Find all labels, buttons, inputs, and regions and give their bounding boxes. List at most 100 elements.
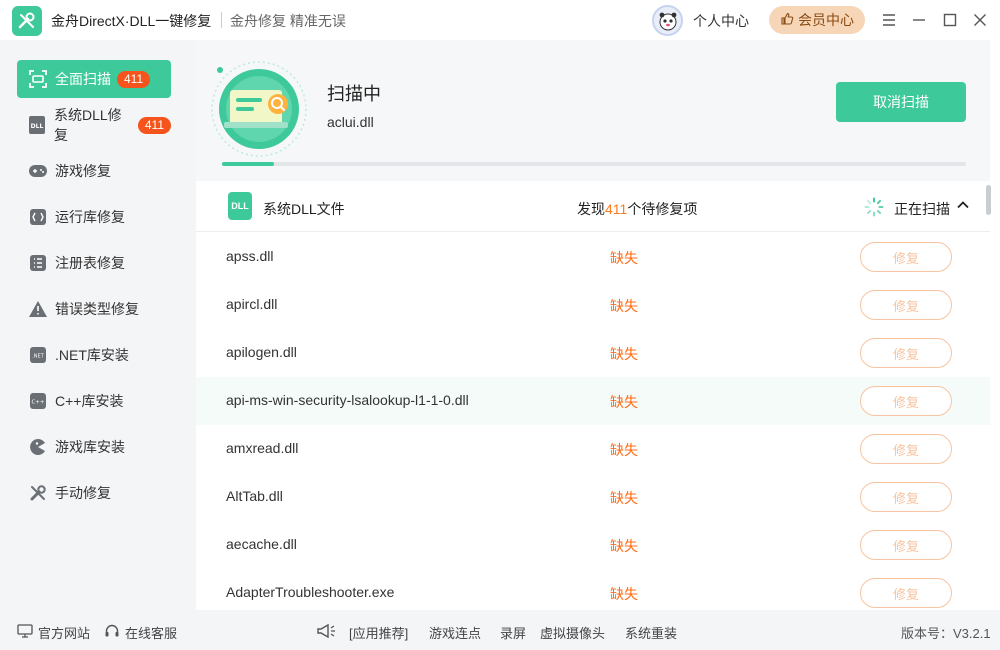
- footer-link-label: 录屏: [500, 623, 526, 642]
- found-prefix: 发现: [577, 201, 605, 217]
- current-scan-file: aclui.dll: [327, 114, 374, 130]
- version-label: 版本号：V3.2.1: [901, 623, 991, 642]
- sidebar-item-cpp-install[interactable]: C++ C++库安装: [17, 382, 171, 420]
- menu-icon[interactable]: [878, 9, 900, 31]
- vip-center-button[interactable]: 会员中心: [769, 6, 865, 34]
- cancel-scan-button[interactable]: 取消扫描: [836, 82, 966, 122]
- megaphone-icon: [316, 623, 336, 642]
- file-name: apircl.dll: [226, 296, 277, 312]
- list-item: AdapterTroubleshooter.exe 缺失 修复: [196, 569, 990, 610]
- loading-spinner-icon: [864, 197, 884, 217]
- sidebar-item-label: .NET库安装: [55, 345, 129, 365]
- title-bar: 金舟DirectX·DLL一键修复 金舟修复 精准无误 个人中心 会员中心: [0, 0, 1000, 40]
- list-header: DLL 系统DLL文件 发现411个待修复项 正在扫描: [196, 182, 990, 232]
- sidebar-item-runtime-repair[interactable]: 运行库修复: [17, 198, 171, 236]
- registry-icon: [27, 252, 49, 274]
- sidebar-item-manual-repair[interactable]: 手动修复: [17, 474, 171, 512]
- repair-button[interactable]: 修复: [860, 578, 952, 608]
- footer: 官方网站 在线客服 [应用推荐] 游戏连点 录屏 虚拟摄像头 系统重装 版本号：…: [0, 610, 1000, 650]
- repair-button[interactable]: 修复: [860, 242, 952, 272]
- scan-status-text: 扫描中: [327, 80, 381, 106]
- sidebar-item-game-repair[interactable]: 游戏修复: [17, 152, 171, 190]
- sidebar-item-dotnet-install[interactable]: .NET .NET库安装: [17, 336, 171, 374]
- sidebar-item-full-scan[interactable]: 全面扫描 411: [17, 60, 171, 98]
- vip-center-label: 会员中心: [798, 10, 854, 30]
- sidebar-item-error-type-repair[interactable]: 错误类型修复: [17, 290, 171, 328]
- scan-icon: [27, 68, 49, 90]
- tools-icon: [27, 482, 49, 504]
- file-name: api-ms-win-security-lsalookup-l1-1-0.dll: [226, 392, 469, 408]
- minimize-icon[interactable]: [908, 9, 930, 31]
- footer-link-virtual-camera[interactable]: 虚拟摄像头: [540, 623, 605, 642]
- online-service-label: 在线客服: [125, 623, 177, 642]
- pacman-icon: [27, 436, 49, 458]
- chevron-up-icon[interactable]: [956, 198, 970, 212]
- repair-button[interactable]: 修复: [860, 338, 952, 368]
- file-name: aecache.dll: [226, 536, 297, 552]
- repair-button[interactable]: 修复: [860, 386, 952, 416]
- scan-progress-fill: [222, 162, 274, 166]
- repair-button[interactable]: 修复: [860, 482, 952, 512]
- title-divider: [221, 12, 222, 28]
- file-status: 缺失: [610, 536, 638, 556]
- sidebar-item-registry-repair[interactable]: 注册表修复: [17, 244, 171, 282]
- file-name: AltTab.dll: [226, 488, 283, 504]
- footer-link-screen-record[interactable]: 录屏: [500, 623, 526, 642]
- list-item: apss.dll 缺失 修复: [196, 233, 990, 281]
- sidebar-item-label: 游戏库安装: [55, 437, 125, 457]
- list-item: aecache.dll 缺失 修复: [196, 521, 990, 569]
- warning-icon: [27, 298, 49, 320]
- file-name: amxread.dll: [226, 440, 298, 456]
- repair-button[interactable]: 修复: [860, 530, 952, 560]
- close-icon[interactable]: [969, 9, 991, 31]
- sidebar-item-game-library-install[interactable]: 游戏库安装: [17, 428, 171, 466]
- scan-header: 扫描中 aclui.dll 取消扫描: [196, 40, 990, 181]
- file-name: apss.dll: [226, 248, 273, 264]
- list-item: apircl.dll 缺失 修复: [196, 281, 990, 329]
- svg-text:C++: C++: [31, 400, 44, 406]
- app-logo-icon: [12, 6, 42, 36]
- user-center-link[interactable]: 个人中心: [693, 11, 749, 31]
- count-badge: 411: [138, 117, 171, 134]
- list-item: amxread.dll 缺失 修复: [196, 425, 990, 473]
- maximize-icon[interactable]: [939, 9, 961, 31]
- found-suffix: 个待修复项: [627, 201, 697, 217]
- list-item: api-ms-win-security-lsalookup-l1-1-0.dll…: [196, 377, 990, 425]
- gamepad-icon: [27, 160, 49, 182]
- sidebar-item-label: 注册表修复: [55, 253, 125, 273]
- file-status: 缺失: [610, 488, 638, 508]
- scan-illustration-icon: [210, 60, 308, 158]
- main-panel: 扫描中 aclui.dll 取消扫描 DLL 系统DLL文件 发现411个待修复…: [196, 40, 1000, 610]
- recommend-label: [应用推荐]: [349, 623, 408, 642]
- file-status: 缺失: [610, 440, 638, 460]
- cpp-icon: C++: [27, 390, 49, 412]
- file-name: apilogen.dll: [226, 344, 297, 360]
- file-status: 缺失: [610, 248, 638, 268]
- online-service-link[interactable]: 在线客服: [104, 623, 177, 642]
- footer-link-auto-clicker[interactable]: 游戏连点: [429, 623, 481, 642]
- sidebar-item-label: 游戏修复: [55, 161, 111, 181]
- list-scrollbar[interactable]: [986, 185, 991, 215]
- dll-icon: DLL: [27, 114, 48, 136]
- sidebar-item-label: 运行库修复: [55, 207, 125, 227]
- file-status: 缺失: [610, 296, 638, 316]
- official-site-link[interactable]: 官方网站: [17, 623, 90, 642]
- repair-button[interactable]: 修复: [860, 434, 952, 464]
- svg-text:.NET: .NET: [32, 354, 44, 360]
- sidebar-item-label: 系统DLL修复: [54, 105, 132, 145]
- category-label: 系统DLL文件: [263, 199, 345, 219]
- file-name: AdapterTroubleshooter.exe: [226, 584, 394, 600]
- file-status: 缺失: [610, 584, 638, 604]
- list-item: AltTab.dll 缺失 修复: [196, 473, 990, 521]
- footer-link-system-reinstall[interactable]: 系统重装: [625, 623, 677, 642]
- app-title: 金舟DirectX·DLL一键修复: [51, 11, 211, 31]
- recommend-section: [应用推荐]: [316, 623, 408, 642]
- repair-button[interactable]: 修复: [860, 290, 952, 320]
- avatar[interactable]: [652, 5, 683, 36]
- sidebar-item-system-dll[interactable]: DLL 系统DLL修复 411: [17, 106, 171, 144]
- sidebar-item-label: 错误类型修复: [55, 299, 139, 319]
- sidebar: 全面扫描 411 DLL 系统DLL修复 411 游戏修复 运行库修复 注册表修…: [0, 40, 188, 610]
- dotnet-icon: .NET: [27, 344, 49, 366]
- scanning-status-label: 正在扫描: [894, 199, 950, 219]
- sidebar-item-label: 全面扫描: [55, 69, 111, 89]
